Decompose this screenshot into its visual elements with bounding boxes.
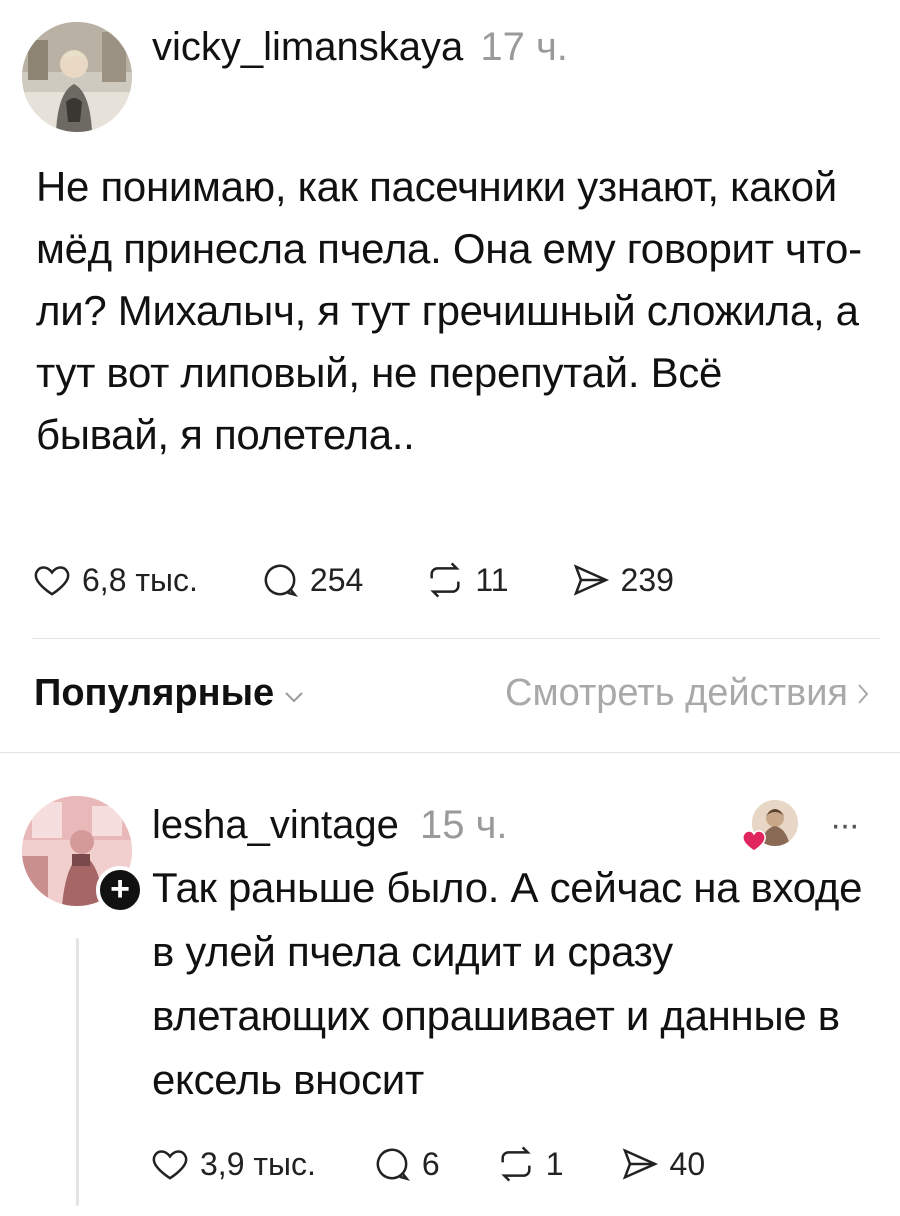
reply-author-name[interactable]: lesha_vintage [152,803,399,847]
like-count: 6,8 тыс. [82,561,198,598]
post-text: Не понимаю, как пасечники узнают, какой … [36,163,862,458]
repost-button[interactable]: 11 [425,560,509,600]
reply-timestamp: 15 ч. [419,803,508,847]
post-header: vicky_limanskaya 17 ч. [152,22,592,72]
speech-bubble-icon [376,1148,410,1181]
send-icon [622,1148,658,1180]
follow-button[interactable]: + [96,866,144,914]
more-options-button[interactable]: ··· [830,806,860,845]
post-action-bar: 6,8 тыс. 254 11 239 [32,556,736,604]
sort-dropdown[interactable]: Популярные [34,672,306,715]
divider [32,638,880,639]
post-timestamp: 17 ч. [480,25,568,69]
sort-label: Популярные [34,672,275,714]
heart-icon [152,1150,188,1180]
reply-text: Так раньше было. А сейчас на входе в уле… [152,864,863,1103]
view-activity-label: Смотреть действия [505,672,848,714]
comment-button[interactable]: 254 [260,560,363,600]
reply-repost-button[interactable]: 1 [496,1144,564,1184]
liked-by-author-indicator [742,800,798,852]
reply-share-button[interactable]: 40 [620,1144,706,1184]
send-icon [573,564,609,596]
speech-bubble-icon [264,564,298,597]
view-activity-link[interactable]: Смотреть действия [505,672,870,715]
red-heart-icon [742,830,766,852]
reply-header: lesha_vintage 15 ч. [152,800,508,850]
post-author-name[interactable]: vicky_limanskaya [152,25,463,69]
reply-repost-count: 1 [545,1145,564,1182]
chevron-down-icon [285,691,303,702]
reply-comment-button[interactable]: 6 [372,1144,440,1184]
reply-like-button[interactable]: 3,9 тыс. [150,1144,316,1184]
repost-icon [501,1146,531,1182]
repost-icon [430,562,460,598]
divider [0,752,900,753]
post-avatar[interactable] [22,22,132,132]
reply-like-count: 3,9 тыс. [200,1145,316,1182]
reply-comment-count: 6 [421,1145,440,1182]
share-count: 239 [620,561,674,598]
share-button[interactable]: 239 [571,560,674,600]
chevron-right-icon [858,683,869,704]
like-button[interactable]: 6,8 тыс. [32,560,198,600]
repost-count: 11 [475,561,509,598]
reply-share-count: 40 [669,1145,706,1182]
comment-count: 254 [309,561,364,598]
plus-icon: + [110,870,130,908]
reply-action-bar: 3,9 тыс. 6 1 40 [150,1140,761,1188]
thread-line [76,938,79,1206]
heart-icon [34,566,70,596]
